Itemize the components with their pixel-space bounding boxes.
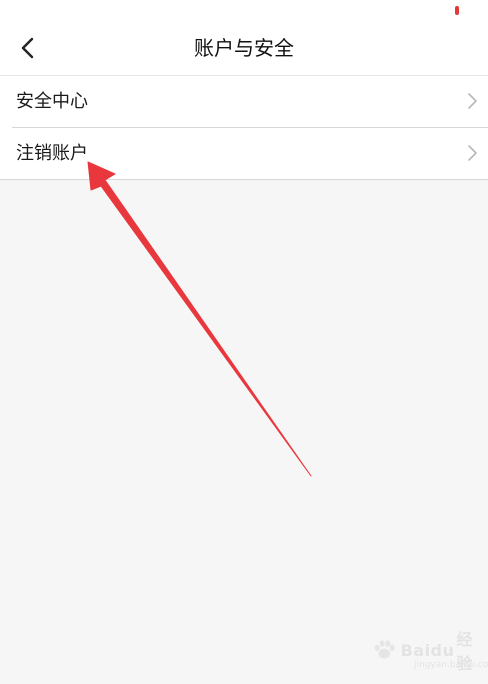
chevron-right-icon	[468, 145, 477, 161]
status-bar	[0, 0, 488, 20]
status-indicator	[455, 6, 459, 15]
menu-item-security-center[interactable]: 安全中心	[0, 76, 488, 127]
menu-item-label: 注销账户	[16, 143, 88, 164]
paw-logo-icon	[374, 640, 395, 659]
watermark-brand: Baidu	[400, 640, 455, 660]
page-title: 账户与安全	[194, 36, 294, 60]
baidu-jingyan-watermark: Baidu 经验 jingyan.baidu.com	[370, 630, 488, 673]
watermark-url: jingyan.baidu.com	[414, 660, 488, 670]
nav-bar: 账户与安全	[0, 20, 488, 76]
menu-list: 安全中心 注销账户	[0, 76, 488, 180]
chevron-right-icon	[468, 93, 477, 109]
menu-item-delete-account[interactable]: 注销账户	[12, 127, 488, 179]
menu-item-label: 安全中心	[16, 91, 88, 112]
